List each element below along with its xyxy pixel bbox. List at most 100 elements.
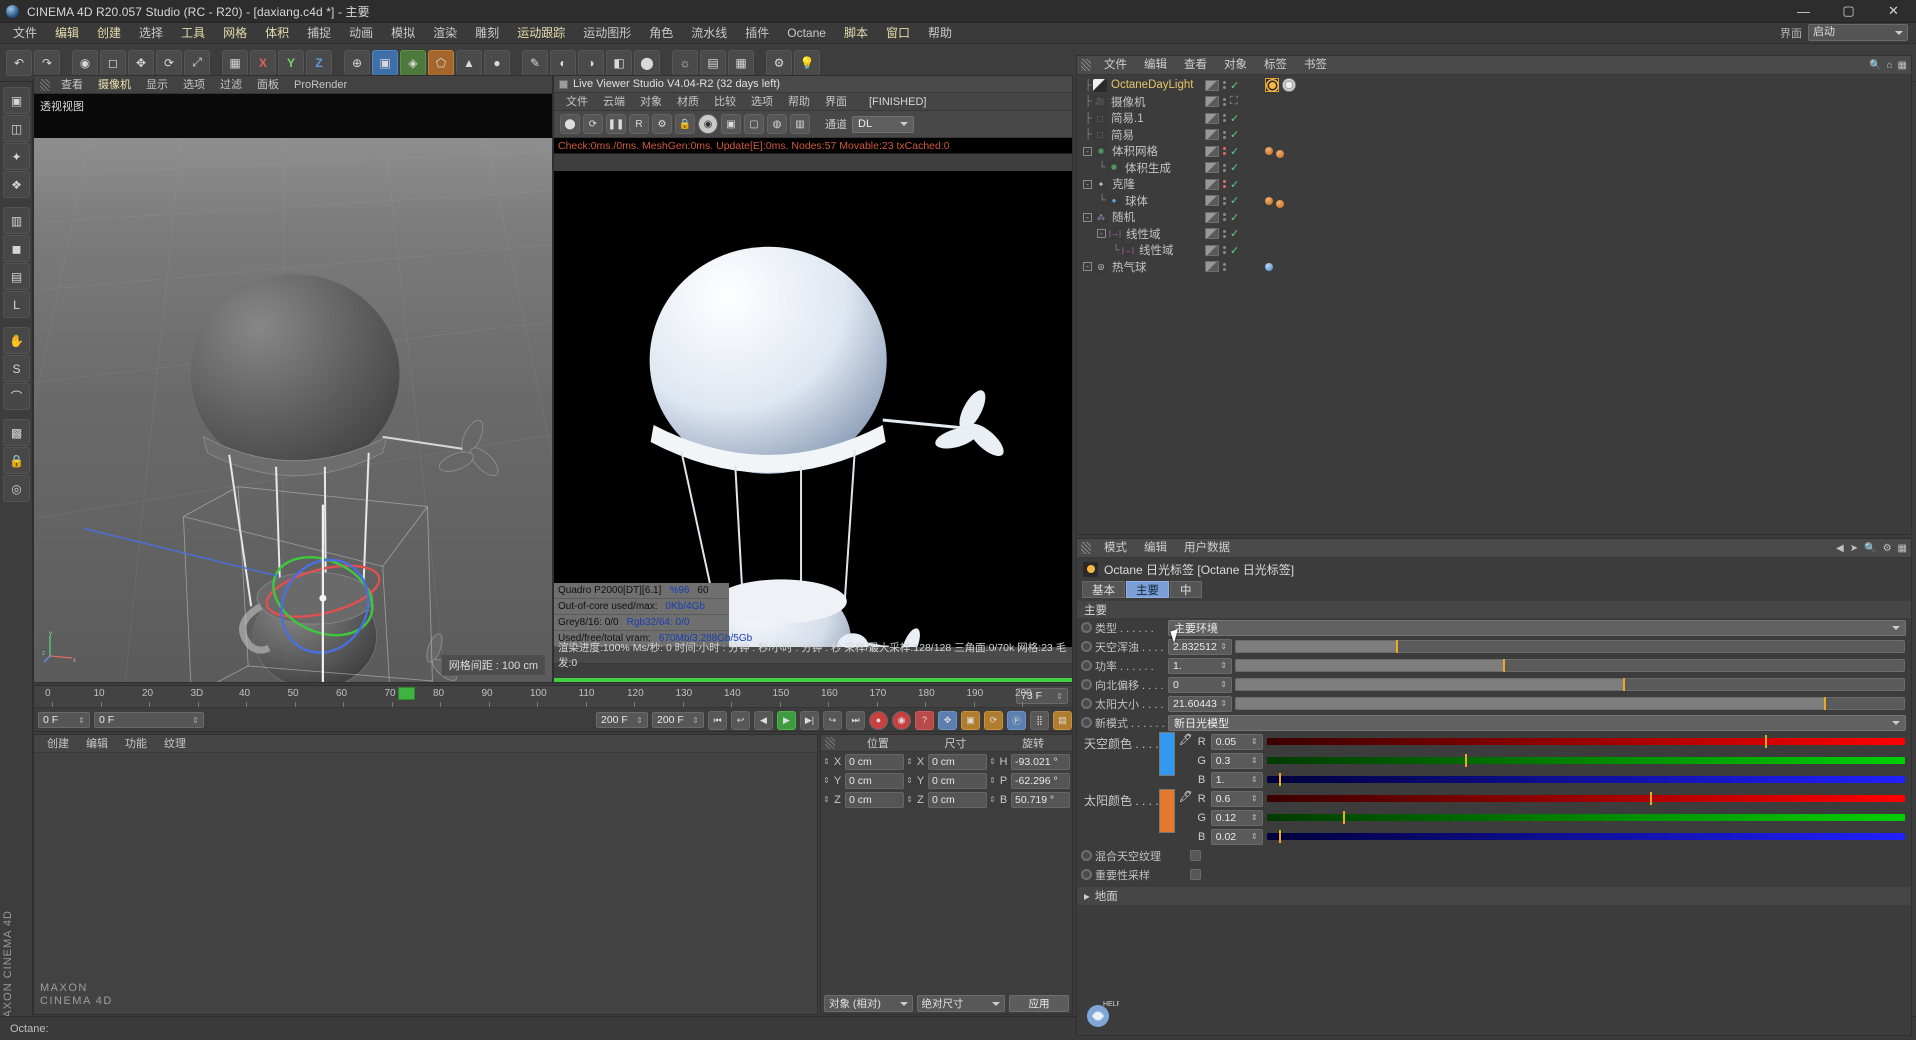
spinner-icon[interactable]: ⇕ [1220,699,1227,708]
layer-swatch-icon[interactable] [1205,178,1219,190]
render-visibility-dot[interactable] [1223,102,1226,106]
editor-visibility-dot[interactable] [1223,81,1226,85]
layer-swatch-icon[interactable] [1205,244,1219,256]
left-tool-4[interactable]: ▥ [3,207,30,234]
render-visibility-dot[interactable] [1223,86,1226,90]
menu-item-7[interactable]: 捕捉 [298,23,340,44]
coord-size-x-field[interactable]: 0 cm [928,753,987,770]
material-menu-0[interactable]: 创建 [39,735,77,753]
toolbar-button-15[interactable]: ▲ [456,49,482,76]
visibility-dots[interactable] [1223,81,1226,90]
slider-knob[interactable] [1623,678,1626,691]
parameter-dropdown[interactable]: 新日光模型 [1168,714,1906,731]
visibility-dots[interactable] [1223,213,1226,222]
menu-item-11[interactable]: 雕刻 [466,23,508,44]
spinner-icon[interactable]: ⇕ [1056,692,1063,701]
editor-visibility-dot[interactable] [1223,262,1226,266]
expand-toggle-icon[interactable]: - [1083,179,1092,189]
menu-item-12[interactable]: 运动跟踪 [508,23,574,44]
toolbar-button-22[interactable]: ☼ [672,49,698,76]
parameter-field[interactable]: 2.832512 ⇕ [1168,638,1232,655]
expand-toggle-icon[interactable]: - [1083,212,1092,222]
toolbar-button-21[interactable]: ⬤ [634,49,660,76]
live-viewer-menu-1[interactable]: 云端 [596,93,632,111]
key-scale-button[interactable]: ▣ [961,710,980,730]
visibility-dots[interactable] [1223,147,1226,156]
sun-color-r-gradient[interactable] [1266,792,1905,805]
object-menu-4[interactable]: 标签 [1256,56,1295,75]
material-menu-2[interactable]: 功能 [117,735,155,753]
layer-swatch-icon[interactable] [1205,112,1219,124]
live-viewer-tool-6[interactable]: ◉ [698,114,718,134]
left-tool-10[interactable]: ⌒ [3,383,30,410]
object-row-3[interactable]: ├ ⬚ 简易 ✓ [1077,127,1911,144]
toolbar-button-9[interactable]: Y [278,49,304,76]
viewport-canvas[interactable]: 透视视图 网格间距 : 100 cm y z x [34,94,552,682]
transport-next-key[interactable]: ↪ [823,710,842,730]
viewport-menu-2[interactable]: 显示 [139,76,175,94]
coord-rotation-b-field[interactable]: 50.719 ° [1011,791,1070,808]
visibility-dots[interactable] [1223,262,1226,271]
render-canvas[interactable]: Quadro P2000[DT][6.1] %96 60 Out-of-core us… [554,171,1072,647]
visibility-dots[interactable] [1223,196,1226,205]
sky-color-swatch[interactable] [1158,732,1175,776]
editor-visibility-dot[interactable] [1223,229,1226,233]
live-viewer-menu-5[interactable]: 选项 [744,93,780,111]
toolbar-button-6[interactable]: ⤢ [184,49,210,76]
menu-item-10[interactable]: 渲染 [424,23,466,44]
left-tool-12[interactable]: 🔒 [3,447,30,474]
material-tag-icon[interactable] [1265,196,1273,205]
menu-item-14[interactable]: 角色 [640,23,682,44]
spinner-icon[interactable]: ⇕ [1251,832,1258,841]
object-menu-3[interactable]: 对象 [1216,56,1255,75]
coord-rotation-h-field[interactable]: -93.021 ° [1011,753,1070,770]
enabled-check-icon[interactable]: ✓ [1230,161,1239,174]
coord-position-y-field[interactable]: 0 cm [845,772,904,789]
enabled-check-icon[interactable]: ✓ [1230,112,1239,125]
channel-dropdown[interactable]: DL [852,115,914,133]
menu-item-19[interactable]: 窗口 [877,23,919,44]
editor-visibility-dot[interactable] [1223,147,1226,151]
object-row-6[interactable]: - ✦ 克隆 ✓ [1077,176,1911,193]
gradient-marker[interactable] [1649,792,1652,805]
grid-icon[interactable]: ▦ [1898,543,1907,554]
parameter-slider[interactable] [1235,659,1905,672]
enabled-check-icon[interactable]: ✓ [1230,211,1239,224]
back-arrow-icon[interactable]: ◀ [1836,543,1844,554]
parameter-toggle-icon[interactable] [1081,698,1092,709]
eyedropper-icon[interactable]: 🖊 [1179,789,1193,803]
object-row-8[interactable]: - ⁂ 随机 ✓ [1077,209,1911,226]
toolbar-button-13[interactable]: ◈ [400,49,426,76]
spinner-icon[interactable]: ⇕ [636,716,643,725]
ground-fold-section[interactable]: ▸ 地面 [1077,887,1911,905]
live-viewer-menu-0[interactable]: 文件 [559,93,595,111]
spinner-icon[interactable]: ⇕ [1251,813,1258,822]
toolbar-button-4[interactable]: ✥ [128,49,154,76]
viewport-menu-3[interactable]: 选项 [176,76,212,94]
material-tag-icon[interactable] [1276,150,1284,159]
enabled-check-icon[interactable]: ✓ [1230,79,1239,92]
sky-color-b-gradient[interactable] [1266,773,1905,786]
expand-toggle-icon[interactable]: - [1097,229,1106,239]
parameter-slider[interactable] [1235,640,1905,653]
layer-swatch-icon[interactable] [1205,261,1219,273]
spinner-icon[interactable]: ⇕ [906,757,913,766]
live-viewer-menu-2[interactable]: 对象 [633,93,669,111]
sun-color-g-gradient[interactable] [1266,811,1905,824]
spinner-icon[interactable]: ⇕ [1220,661,1227,670]
gradient-marker[interactable] [1343,811,1346,824]
layer-swatch-icon[interactable] [1205,129,1219,141]
viewport-menu-0[interactable]: 查看 [54,76,90,94]
material-tag-icon[interactable] [1265,147,1273,156]
object-row-1[interactable]: ├ 🎥 摄像机 ⛶ [1077,94,1911,111]
sky-color-g-field[interactable]: 0.3 ⇕ [1210,752,1263,769]
editor-visibility-dot[interactable] [1223,163,1226,167]
timeline-mode-button[interactable]: ▤ [1053,710,1072,730]
attribute-tab-2[interactable]: 中 [1170,581,1202,598]
render-visibility-dot[interactable] [1223,267,1226,271]
spinner-icon[interactable]: ⇕ [823,757,830,766]
menu-item-9[interactable]: 模拟 [382,23,424,44]
parameter-toggle-icon[interactable] [1081,622,1092,633]
key-help-button[interactable]: ? [915,710,934,730]
object-row-0[interactable]: ├ OctaneDayLight ✓ [1077,77,1911,94]
